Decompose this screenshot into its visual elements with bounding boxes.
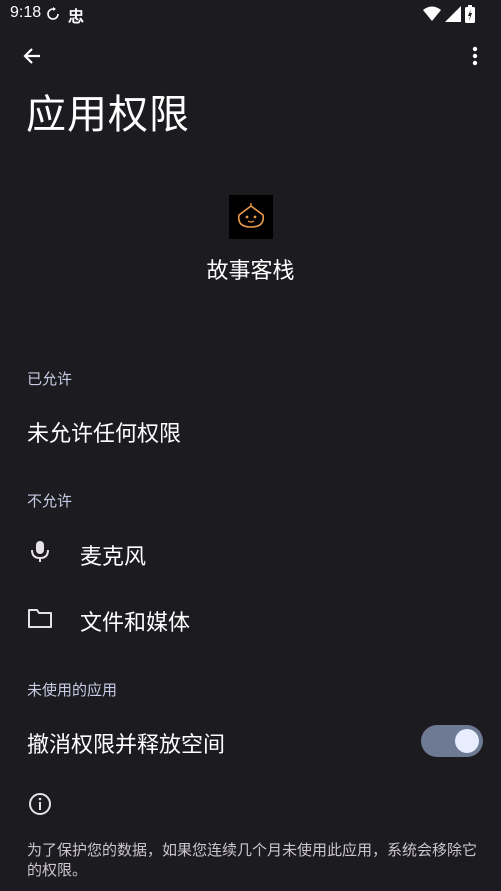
section-label-denied: 不允许 <box>27 492 73 510</box>
wifi-icon <box>423 6 441 26</box>
back-button[interactable] <box>14 40 50 76</box>
arrow-left-icon <box>22 46 42 70</box>
permission-item-files-media[interactable]: 文件和媒体 <box>0 588 501 648</box>
info-description: 为了保护您的数据，如果您连续几个月未使用此应用，系统会移除它的权限。 <box>27 841 478 879</box>
status-indicators <box>423 5 475 27</box>
status-app-icon: 忠 <box>68 7 85 26</box>
app-header: 故事客栈 <box>0 195 501 285</box>
permission-item-label: 文件和媒体 <box>80 611 191 636</box>
page-title: 应用权限 <box>26 92 190 138</box>
more-options-button[interactable] <box>457 40 493 76</box>
permission-item-label: 麦克风 <box>80 545 147 570</box>
signal-icon <box>445 6 461 26</box>
section-label-unused: 未使用的应用 <box>27 681 118 699</box>
battery-icon <box>465 5 475 27</box>
microphone-icon <box>30 540 50 568</box>
revoke-permissions-row[interactable]: 撤消权限并释放空间 <box>0 712 501 772</box>
app-icon <box>228 195 273 239</box>
status-bar: 9:18 忠 <box>0 0 501 30</box>
top-app-bar <box>0 36 501 80</box>
no-permissions-allowed-text: 未允许任何权限 <box>27 422 182 447</box>
app-name: 故事客栈 <box>206 259 295 284</box>
permission-item-microphone[interactable]: 麦克风 <box>0 522 501 582</box>
revoke-permissions-label: 撤消权限并释放空间 <box>27 733 226 758</box>
info-icon <box>28 792 52 820</box>
status-time: 9:18 <box>10 4 42 21</box>
revoke-permissions-toggle[interactable] <box>421 725 483 757</box>
section-label-allowed: 已允许 <box>27 370 73 388</box>
folder-icon <box>28 608 52 632</box>
sync-icon <box>46 6 60 25</box>
more-vert-icon <box>472 46 478 70</box>
toggle-thumb <box>455 729 479 753</box>
